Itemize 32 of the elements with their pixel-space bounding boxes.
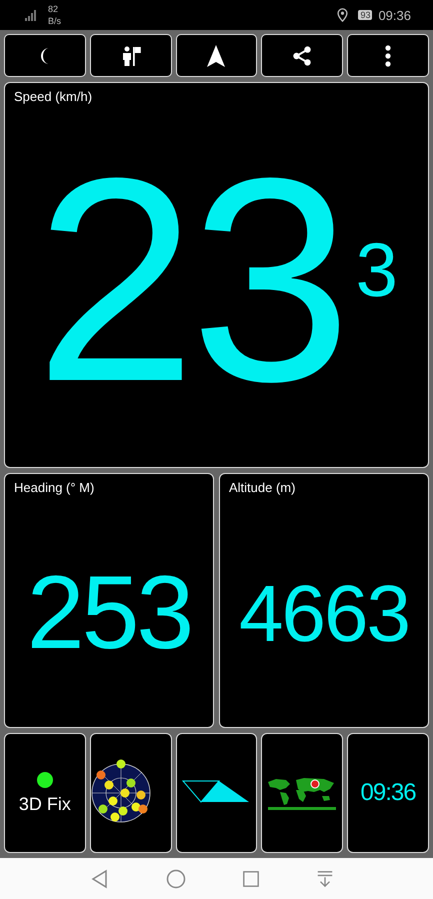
more-icon [385, 44, 392, 66]
heading-value: 253 [26, 554, 192, 673]
location-icon [337, 8, 348, 22]
notification-pull-icon[interactable] [316, 870, 334, 888]
speed-value: 23 [35, 135, 346, 425]
recents-icon[interactable] [242, 870, 260, 888]
signal-icon [24, 8, 38, 22]
status-time: 09:36 [378, 8, 411, 22]
fix-status-tile[interactable]: 3D Fix [4, 733, 86, 853]
network-speed: 82 [48, 3, 60, 15]
share-button[interactable] [261, 34, 344, 77]
clock-time: 09:36 [360, 779, 416, 807]
navigation-button[interactable] [176, 34, 258, 77]
clock-tile[interactable]: 09:36 [347, 733, 429, 853]
more-menu-button[interactable] [347, 34, 429, 77]
altitude-value: 4663 [239, 568, 409, 660]
speed-label: Speed (km/h) [14, 89, 92, 104]
share-icon [291, 44, 314, 66]
world-map-tile[interactable] [261, 733, 344, 853]
home-icon[interactable] [166, 868, 186, 888]
compass-tile[interactable] [176, 733, 258, 853]
night-mode-button[interactable] [4, 34, 86, 77]
person-flag-button[interactable] [90, 34, 172, 77]
heading-label: Heading (° M) [14, 480, 94, 495]
speed-decimal: 3 [356, 226, 398, 314]
network-unit: B/s [48, 15, 62, 27]
fix-status-label: 3D Fix [18, 794, 71, 814]
back-icon[interactable] [90, 868, 110, 888]
satellite-tile[interactable] [90, 733, 172, 853]
altitude-label: Altitude (m) [229, 480, 296, 495]
battery-indicator: 93 [358, 10, 372, 20]
navigation-arrow-icon [206, 44, 226, 68]
